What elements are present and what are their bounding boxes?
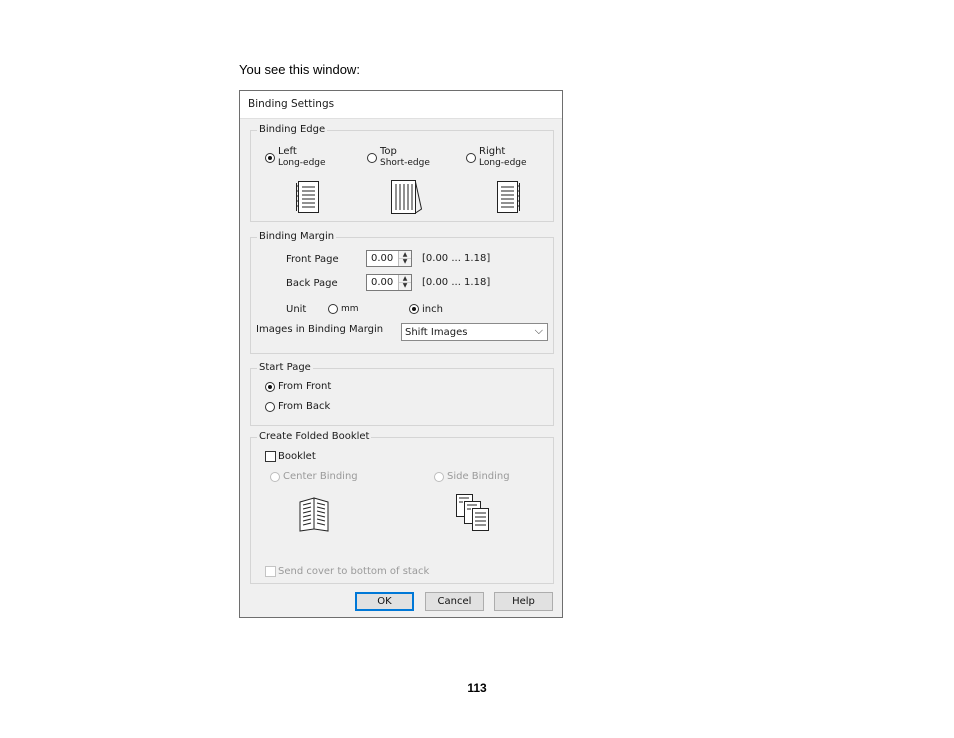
binding-edge-top-radio[interactable] (367, 153, 377, 163)
front-page-spinner[interactable]: 0.00 ▲ ▼ (366, 250, 412, 267)
unit-label: Unit (286, 304, 307, 315)
binding-edge-legend: Binding Edge (257, 124, 328, 135)
unit-mm-radio[interactable] (328, 304, 338, 314)
images-in-margin-value: Shift Images (405, 327, 468, 338)
center-binding-booklet-icon (299, 497, 329, 532)
front-page-range: [0.00 ... 1.18] (422, 253, 491, 264)
spin-down-icon[interactable]: ▼ (399, 258, 411, 265)
binding-edge-top-label: Top (380, 146, 397, 157)
binding-edge-right-sublabel: Long-edge (479, 158, 527, 168)
booklet-label: Booklet (278, 451, 316, 462)
top-binding-page-icon (391, 180, 423, 214)
chevron-down-icon[interactable]: ⌵ (535, 324, 543, 338)
dialog-title: Binding Settings (248, 98, 335, 110)
front-page-label: Front Page (286, 254, 339, 265)
center-binding-label: Center Binding (283, 471, 358, 482)
cancel-button[interactable]: Cancel (425, 592, 484, 611)
booklet-checkbox[interactable] (265, 451, 276, 462)
title-bar: Binding Settings (240, 91, 562, 119)
send-cover-label: Send cover to bottom of stack (278, 566, 430, 577)
folded-booklet-legend: Create Folded Booklet (257, 431, 372, 442)
from-front-label: From Front (278, 381, 332, 392)
binding-edge-left-label: Left (278, 146, 297, 157)
right-binding-page-icon (497, 181, 520, 213)
folded-booklet-group: Create Folded Booklet Booklet Center Bin… (250, 431, 554, 584)
ok-button[interactable]: OK (355, 592, 414, 611)
side-binding-label: Side Binding (447, 471, 510, 482)
spin-down-icon[interactable]: ▼ (399, 282, 411, 289)
page-number: 113 (467, 681, 487, 695)
help-button[interactable]: Help (494, 592, 553, 611)
back-page-range: [0.00 ... 1.18] (422, 277, 491, 288)
binding-edge-right-label: Right (479, 146, 506, 157)
unit-inch-label: inch (422, 304, 443, 315)
intro-text: You see this window: (239, 62, 360, 77)
center-binding-radio[interactable] (270, 472, 280, 482)
unit-inch-radio[interactable] (409, 304, 419, 314)
send-cover-checkbox[interactable] (265, 566, 276, 577)
unit-mm-label: mm (341, 304, 359, 314)
from-back-radio[interactable] (265, 402, 275, 412)
binding-edge-left-radio[interactable] (265, 153, 275, 163)
binding-margin-group: Binding Margin Front Page 0.00 ▲ ▼ [0.00… (250, 231, 554, 354)
back-page-spinner[interactable]: 0.00 ▲ ▼ (366, 274, 412, 291)
back-page-label: Back Page (286, 278, 338, 289)
back-page-value[interactable]: 0.00 (371, 277, 393, 288)
front-page-value[interactable]: 0.00 (371, 253, 393, 264)
binding-edge-top-sublabel: Short-edge (380, 158, 430, 168)
images-in-margin-label: Images in Binding Margin (256, 324, 384, 335)
binding-edge-left-sublabel: Long-edge (278, 158, 326, 168)
start-page-legend: Start Page (257, 362, 313, 373)
from-back-label: From Back (278, 401, 331, 412)
side-binding-radio[interactable] (434, 472, 444, 482)
left-binding-page-icon (296, 181, 319, 213)
back-page-spin-buttons[interactable]: ▲ ▼ (398, 275, 411, 290)
side-binding-booklet-icon (456, 494, 489, 531)
binding-margin-legend: Binding Margin (257, 231, 337, 242)
binding-settings-dialog: Binding Settings Binding Edge Left Long-… (239, 90, 563, 618)
from-front-radio[interactable] (265, 382, 275, 392)
binding-edge-right-radio[interactable] (466, 153, 476, 163)
front-page-spin-buttons[interactable]: ▲ ▼ (398, 251, 411, 266)
images-in-margin-select[interactable]: Shift Images ⌵ (401, 323, 548, 341)
binding-edge-group: Binding Edge Left Long-edge Top Short-ed… (250, 124, 554, 222)
start-page-group: Start Page From Front From Back (250, 362, 554, 426)
